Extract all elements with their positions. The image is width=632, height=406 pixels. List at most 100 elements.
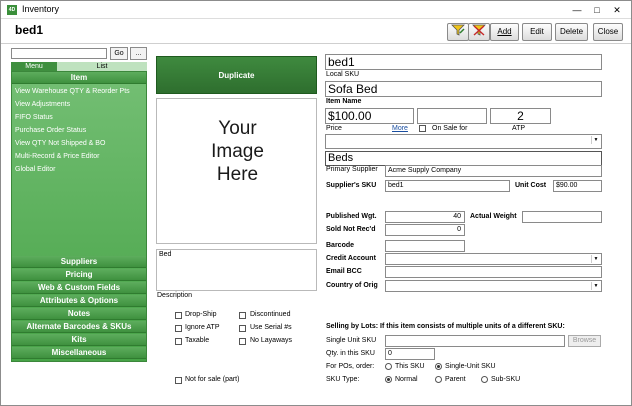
discontinued-checkbox[interactable] bbox=[239, 312, 246, 319]
sidebar-section-suppliers[interactable]: Suppliers bbox=[12, 256, 146, 268]
sidebar-item-multi-record-editor[interactable]: Multi-Record & Price Editor bbox=[15, 153, 99, 160]
image-placeholder-line-1: Your bbox=[218, 118, 257, 139]
barcode-field[interactable] bbox=[385, 240, 465, 252]
image-placeholder-line-2: Image bbox=[211, 141, 264, 162]
price-field[interactable]: $100.00 bbox=[325, 108, 414, 124]
record-title: bed1 bbox=[15, 23, 44, 37]
delete-button[interactable]: Delete bbox=[555, 23, 588, 41]
go-button[interactable]: Go bbox=[110, 47, 128, 60]
chevron-down-icon: ▼ bbox=[591, 136, 600, 144]
category-dropdown[interactable]: ▼ bbox=[325, 134, 602, 149]
sidebar-item-view-warehouse-qty[interactable]: View Warehouse QTY & Reorder Pts bbox=[15, 88, 130, 95]
taxable-checkbox[interactable] bbox=[175, 338, 182, 345]
close-window-icon[interactable]: ✕ bbox=[608, 4, 626, 16]
tab-menu[interactable]: Menu bbox=[11, 62, 57, 71]
sku-type-normal-radio[interactable] bbox=[385, 376, 392, 383]
add-button[interactable]: Add bbox=[490, 23, 519, 41]
sku-type-parent-radio[interactable] bbox=[435, 376, 442, 383]
browse-button[interactable]: Browse bbox=[568, 335, 601, 347]
qty-in-sku-field[interactable]: 0 bbox=[385, 348, 435, 360]
more-options-button[interactable]: ... bbox=[130, 47, 147, 60]
po-this-sku-label: This SKU bbox=[395, 363, 425, 370]
app-icon: 4D bbox=[7, 5, 17, 15]
for-pos-order-label: For POs, order: bbox=[326, 363, 375, 370]
clear-filter-icon bbox=[472, 24, 486, 36]
actual-weight-field[interactable] bbox=[522, 211, 602, 223]
sidebar-search-input[interactable] bbox=[11, 48, 107, 59]
unit-cost-field[interactable]: $90.00 bbox=[553, 180, 602, 192]
no-layaways-label: No Layaways bbox=[250, 337, 293, 344]
use-serial-checkbox[interactable] bbox=[239, 325, 246, 332]
published-wgt-label: Published Wgt. bbox=[326, 213, 377, 220]
sidebar-item-view-adjustments[interactable]: View Adjustments bbox=[15, 101, 70, 108]
add-button-label: Add bbox=[497, 27, 512, 36]
primary-supplier-field[interactable]: Acme Supply Company bbox=[385, 165, 602, 177]
item-detail-form: Duplicate Your Image Here Bed Descriptio… bbox=[147, 45, 631, 405]
record-header: bed1 Add Edit Delete Close bbox=[1, 20, 631, 44]
edit-button-label: Edit bbox=[530, 27, 544, 36]
item-name-label: Item Name bbox=[326, 98, 362, 105]
ignore-atp-label: Ignore ATP bbox=[185, 324, 220, 331]
title-bar: 4D Inventory — □ ✕ bbox=[1, 1, 631, 19]
clear-filter-button[interactable] bbox=[468, 23, 490, 41]
supplier-sku-field[interactable]: bed1 bbox=[385, 180, 510, 192]
sidebar-section-pricing[interactable]: Pricing bbox=[12, 269, 146, 281]
single-unit-sku-field[interactable] bbox=[385, 335, 565, 347]
use-serial-label: Use Serial #s bbox=[250, 324, 292, 331]
ignore-atp-checkbox[interactable] bbox=[175, 325, 182, 332]
sold-not-recd-label: Sold Not Rec'd bbox=[326, 226, 376, 233]
category-popup-option[interactable]: Beds bbox=[325, 151, 602, 166]
sidebar-section-notes[interactable]: Notes bbox=[12, 308, 146, 320]
filter-icon bbox=[451, 24, 465, 36]
sidebar: Go ... Menu List Item View Warehouse QTY… bbox=[11, 47, 147, 362]
published-wgt-field[interactable]: 40 bbox=[385, 211, 465, 223]
email-bcc-label: Email BCC bbox=[326, 268, 362, 275]
inventory-window: 4D Inventory — □ ✕ bed1 Add Edit Delete … bbox=[0, 0, 632, 406]
po-single-unit-sku-radio[interactable] bbox=[435, 363, 442, 370]
duplicate-button[interactable]: Duplicate bbox=[156, 56, 317, 94]
local-sku-label: Local SKU bbox=[326, 71, 360, 78]
image-placeholder-text: Your Image Here bbox=[157, 117, 318, 186]
chevron-down-icon: ▼ bbox=[591, 282, 600, 290]
sidebar-section-kits[interactable]: Kits bbox=[12, 334, 146, 346]
po-this-sku-radio[interactable] bbox=[385, 363, 392, 370]
edit-button[interactable]: Edit bbox=[522, 23, 552, 41]
country-of-origin-label: Country of Orig bbox=[326, 282, 378, 289]
sidebar-item-fifo-status[interactable]: FIFO Status bbox=[15, 114, 53, 121]
filter-button[interactable] bbox=[447, 23, 469, 41]
no-layaways-checkbox[interactable] bbox=[239, 338, 246, 345]
not-for-sale-checkbox[interactable] bbox=[175, 377, 182, 384]
atp-label: ATP bbox=[512, 125, 526, 132]
maximize-icon[interactable]: □ bbox=[588, 4, 606, 16]
barcode-label: Barcode bbox=[326, 242, 355, 249]
atp-field: 2 bbox=[490, 108, 551, 124]
sidebar-tabs: Menu List bbox=[11, 62, 147, 71]
item-name-field[interactable]: Sofa Bed bbox=[325, 81, 602, 97]
drop-ship-label: Drop-Ship bbox=[185, 311, 217, 318]
sidebar-section-item[interactable]: Item bbox=[12, 72, 146, 84]
description-field[interactable]: Bed bbox=[156, 249, 317, 291]
sku-field[interactable]: bed1 bbox=[325, 54, 602, 70]
sidebar-section-miscellaneous[interactable]: Miscellaneous bbox=[12, 347, 146, 359]
sku-type-sub-sku-radio[interactable] bbox=[481, 376, 488, 383]
drop-ship-checkbox[interactable] bbox=[175, 312, 182, 319]
sidebar-item-global-editor[interactable]: Global Editor bbox=[15, 166, 55, 173]
credit-account-dropdown[interactable]: ▼ bbox=[385, 253, 602, 265]
tab-list[interactable]: List bbox=[57, 62, 147, 71]
country-of-origin-dropdown[interactable]: ▼ bbox=[385, 280, 602, 292]
on-sale-checkbox[interactable] bbox=[419, 125, 426, 132]
close-button[interactable]: Close bbox=[593, 23, 623, 41]
sidebar-item-purchase-order-status[interactable]: Purchase Order Status bbox=[15, 127, 86, 134]
sidebar-section-web-custom-fields[interactable]: Web & Custom Fields bbox=[12, 282, 146, 294]
minimize-icon[interactable]: — bbox=[568, 4, 586, 16]
unit-cost-label: Unit Cost bbox=[515, 182, 547, 189]
single-unit-sku-label: Single Unit SKU bbox=[326, 337, 377, 344]
sidebar-section-attributes-options[interactable]: Attributes & Options bbox=[12, 295, 146, 307]
email-bcc-field[interactable] bbox=[385, 266, 602, 278]
item-image[interactable]: Your Image Here bbox=[156, 98, 317, 244]
actual-weight-label: Actual Weight bbox=[470, 213, 517, 220]
sale-price-field[interactable] bbox=[417, 108, 487, 124]
sidebar-section-alternate-barcodes[interactable]: Alternate Barcodes & SKUs bbox=[12, 321, 146, 333]
more-link[interactable]: More bbox=[392, 125, 408, 132]
sidebar-item-view-qty-not-shipped[interactable]: View QTY Not Shipped & BO bbox=[15, 140, 105, 147]
